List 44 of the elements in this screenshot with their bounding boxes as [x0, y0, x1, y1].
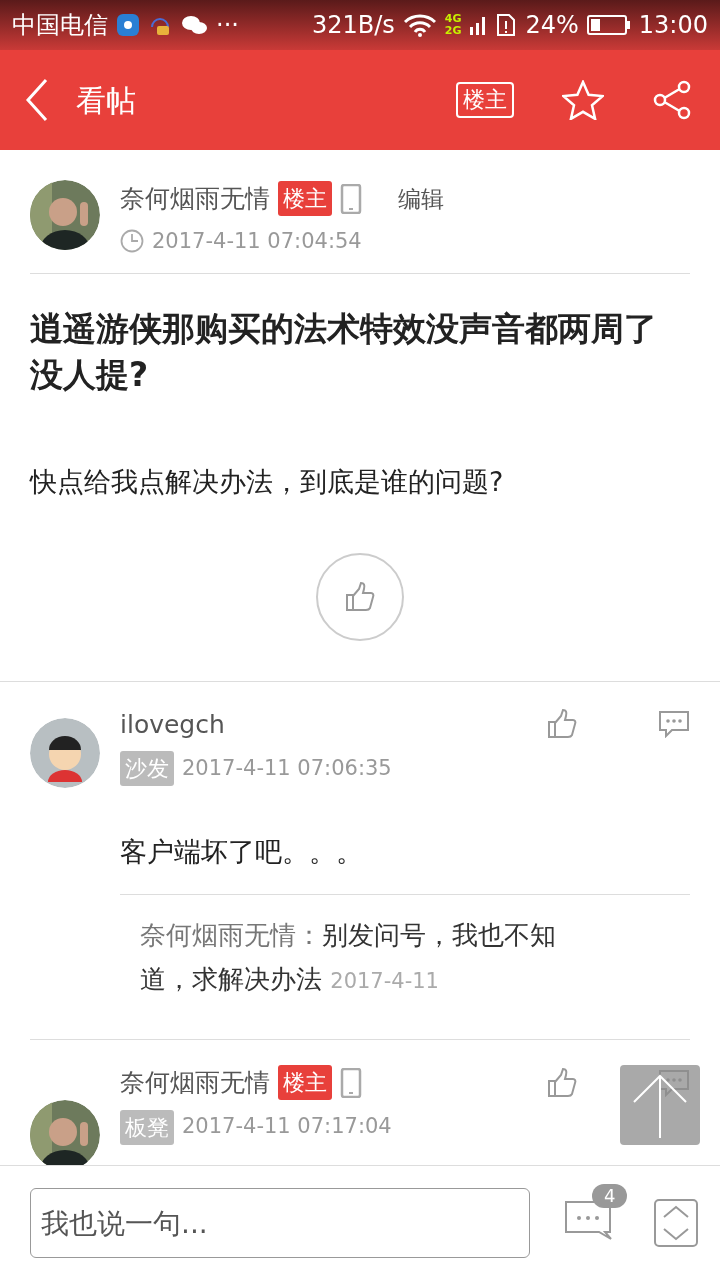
star-icon[interactable]	[562, 80, 604, 120]
wifi-app-icon	[116, 13, 140, 37]
comment-count-badge: 4	[592, 1183, 628, 1208]
edit-link[interactable]: 编辑	[398, 181, 444, 216]
battery-percent: 24%	[525, 10, 579, 41]
battery-icon	[586, 14, 631, 36]
page-title: 看帖	[76, 81, 136, 120]
back-to-top-button[interactable]	[620, 1065, 700, 1145]
sub-reply-text: 奈何烟雨无情：别发问号，我也不知道，求解决办法 2017-4-11	[140, 919, 557, 996]
author-name: 奈何烟雨无情	[120, 1067, 270, 1099]
avatar	[30, 1100, 100, 1165]
avatar	[30, 180, 100, 250]
post-body: 快点给我点解决办法，到底是谁的问题?	[30, 465, 505, 499]
post-time: 2017-4-11 07:04:54	[152, 227, 362, 255]
like-icon[interactable]	[546, 1066, 578, 1099]
network-type: 2G	[444, 25, 462, 37]
owner-only-button[interactable]: 楼主	[456, 81, 514, 119]
network-type: 4G	[444, 13, 462, 25]
owner-badge: 楼主	[278, 181, 332, 217]
chat-app-icon	[180, 13, 208, 37]
clock: 13:00	[638, 10, 708, 41]
floor-label: 板凳	[120, 1109, 174, 1145]
author-name: 奈何烟雨无情	[120, 183, 270, 215]
back-icon[interactable]	[24, 78, 50, 122]
scroll-nav-icon[interactable]	[654, 1199, 698, 1247]
reply-body: 客户端坏了吧。。。	[120, 831, 690, 895]
thumbs-up-icon	[344, 580, 376, 613]
floor-label: 沙发	[120, 751, 174, 786]
owner-badge: 楼主	[278, 1065, 332, 1101]
comment-input[interactable]: 我也说一句...	[30, 1188, 530, 1258]
reply-time: 2017-4-11 07:06:35	[182, 754, 392, 782]
sim-alert-icon	[495, 13, 518, 37]
carrier-name: 中国电信	[12, 10, 108, 41]
author-name: ilovegch	[120, 708, 225, 741]
comment-icon[interactable]	[658, 710, 690, 739]
post-title: 逍遥游侠那购买的法术特效没声音都两周了没人提?	[30, 308, 658, 396]
network-speed: 321B/s	[311, 10, 395, 41]
wifi-icon	[402, 13, 437, 37]
share-icon[interactable]	[652, 80, 692, 120]
clock-icon	[120, 229, 144, 254]
reply-time: 2017-4-11 07:17:04	[182, 1113, 392, 1141]
like-icon[interactable]	[546, 708, 578, 741]
avatar	[30, 717, 100, 788]
more-indicator: ···	[216, 10, 239, 41]
